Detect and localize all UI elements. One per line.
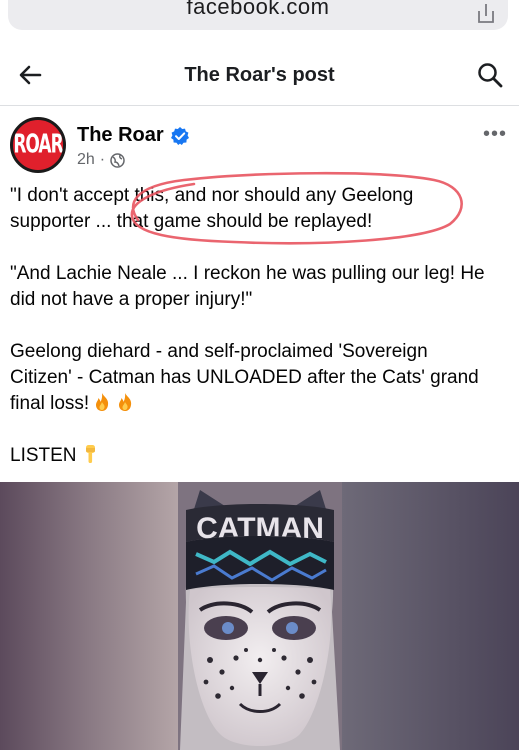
page-title: The Roar's post	[184, 64, 335, 86]
author-row: The Roar	[77, 124, 190, 147]
post-video[interactable]: CATMAN	[0, 482, 519, 750]
post-paragraph-3-text: Geelong diehard - and self-proclaimed 'S…	[10, 341, 479, 414]
fire-emoji	[119, 393, 132, 411]
author-name[interactable]: The Roar	[77, 124, 164, 147]
url-text[interactable]: facebook.com	[8, 0, 508, 20]
post-meta: 2h ·	[77, 151, 125, 169]
search-button[interactable]	[473, 58, 507, 92]
search-icon	[478, 63, 503, 88]
avatar-logo-text: ROAR	[13, 130, 63, 160]
video-frame: CATMAN	[0, 482, 519, 750]
more-options-button[interactable]: •••	[483, 123, 507, 146]
globe-icon	[110, 152, 125, 168]
post-timestamp[interactable]: 2h	[77, 151, 95, 169]
post-header: ROAR The Roar 2h · •••	[0, 107, 519, 177]
post-paragraph-3: Geelong diehard - and self-proclaimed 'S…	[10, 339, 490, 417]
highlight-circle-annotation	[130, 171, 463, 245]
url-bar[interactable]: facebook.com	[8, 0, 508, 30]
meta-separator: ·	[99, 151, 106, 168]
post-nav-header: The Roar's post	[0, 44, 519, 106]
post-paragraph-2: "And Lachie Neale ... I reckon he was pu…	[10, 263, 485, 310]
verified-badge-icon	[170, 126, 189, 145]
share-icon[interactable]	[475, 2, 497, 24]
backhand-index-pointing-down-emoji	[85, 445, 95, 463]
listen-text: LISTEN	[10, 445, 77, 466]
fire-emoji	[96, 393, 109, 411]
post-paragraph-4: LISTEN	[10, 443, 490, 469]
page-avatar[interactable]: ROAR	[10, 117, 66, 173]
browser-toolbar: facebook.com	[0, 0, 519, 44]
